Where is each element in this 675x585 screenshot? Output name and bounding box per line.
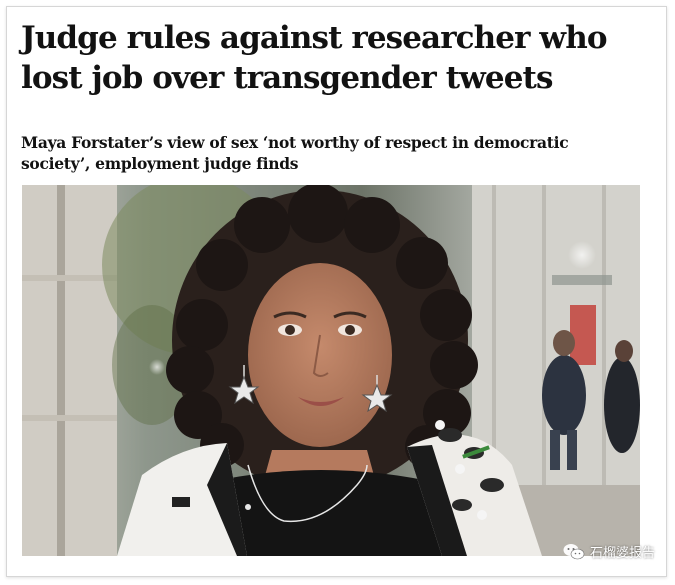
watermark-text: 石榴婆报告: [589, 546, 655, 561]
wechat-icon: [563, 543, 585, 559]
source-watermark: 石榴婆报告: [563, 542, 655, 561]
article-standfirst: Maya Forstater’s view of sex ‘not worthy…: [21, 133, 569, 173]
article-photo[interactable]: [22, 185, 640, 556]
article-headline[interactable]: Judge rules against researcher who lost …: [21, 18, 641, 98]
